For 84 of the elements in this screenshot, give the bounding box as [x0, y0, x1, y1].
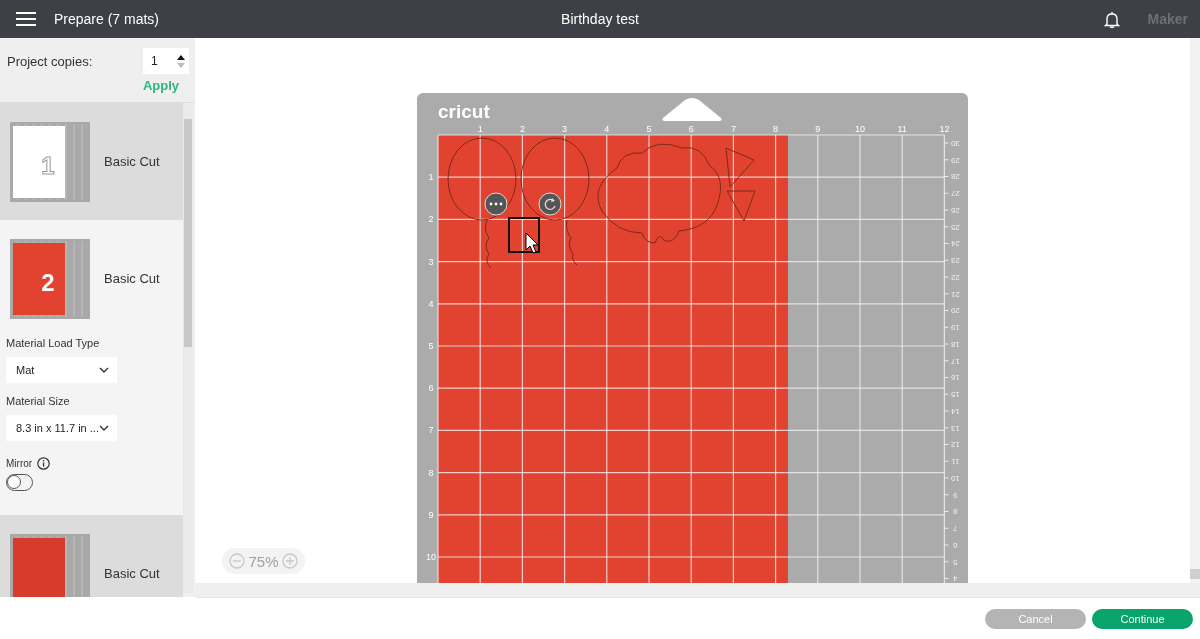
selection-box[interactable] [508, 217, 540, 253]
mat-logo: cricut [438, 101, 490, 122]
field-label: Material Load Type [6, 337, 101, 349]
ruler-number: 11 [897, 124, 907, 134]
mat-notch-drawing [662, 98, 722, 121]
mirror-label: Mirror [6, 458, 33, 469]
mat-item[interactable]: 1 Basic Cut [0, 103, 183, 220]
screen-title: Prepare (7 mats) [54, 11, 160, 27]
ruler-number: 27 [950, 189, 960, 199]
field-label: Material Size [6, 395, 71, 407]
cancel-button[interactable]: Cancel [985, 608, 1086, 629]
triangle-drawing [725, 147, 755, 188]
ruler-number: 3 [428, 256, 434, 267]
ruler-number: 22 [950, 272, 960, 282]
ruler-number: 29 [950, 155, 960, 165]
ruler-number: 6 [688, 124, 694, 134]
ruler-number: 17 [950, 356, 960, 366]
bell-icon[interactable] [1103, 10, 1120, 28]
ruler-number: 12 [939, 124, 950, 134]
ruler-number: 1 [428, 172, 434, 183]
zoom-level: 75% [248, 552, 279, 570]
ruler-number: 2 [519, 124, 525, 134]
mat-number: 2 [41, 268, 55, 296]
ruler-number: 11 [951, 457, 960, 467]
ruler-number: 1 [477, 124, 483, 134]
ruler-number: 19 [950, 323, 960, 333]
ruler-number: 10 [426, 552, 436, 562]
mat-thumbnail[interactable]: 2 [10, 238, 90, 319]
ruler-number: 10 [950, 473, 960, 483]
ruler-number: 9 [815, 124, 821, 134]
menu-icon[interactable] [16, 12, 36, 26]
ruler-number: 5 [428, 341, 434, 351]
load-type-dropdown[interactable]: Mat [6, 357, 117, 383]
up-arrow-icon[interactable] [177, 54, 185, 60]
ruler-number: 14 [950, 406, 960, 416]
ruler-number: 7 [730, 124, 736, 134]
ruler-number: 24 [950, 239, 960, 249]
copies-label: Project copies: [7, 53, 93, 69]
ruler-number: 4 [428, 298, 434, 309]
mat-label: Basic Cut [104, 566, 160, 581]
ruler-number: 21 [950, 289, 960, 299]
ruler-number: 8 [428, 467, 434, 478]
rotate-button[interactable] [538, 192, 562, 216]
copies-field[interactable]: 1 [143, 48, 189, 74]
ruler-number: 26 [950, 205, 960, 215]
ruler-number: 3 [562, 124, 568, 134]
ruler-number: 13 [950, 423, 960, 433]
ruler-number: 16 [950, 373, 960, 383]
ruler-number: 18 [950, 339, 960, 349]
mat-number: 1 [41, 151, 55, 179]
scrollbar[interactable] [1190, 38, 1200, 583]
ruler-number: 2 [428, 214, 434, 225]
ruler-number: 4 [953, 574, 958, 583]
scrollbar[interactable] [195, 583, 1200, 597]
scrollbar[interactable] [183, 104, 193, 593]
project-title: Birthday test [561, 11, 639, 27]
ruler-number: 6 [428, 383, 434, 394]
mat-thumbnail[interactable] [10, 533, 90, 597]
ruler-number: 15 [950, 390, 960, 400]
more-button[interactable] [484, 192, 508, 216]
ruler-number: 25 [950, 222, 960, 232]
info-icon[interactable] [37, 457, 51, 470]
mat-thumbnail[interactable]: 1 [10, 121, 90, 202]
apply-button[interactable]: Apply [142, 78, 179, 93]
ruler-number: 20 [950, 306, 960, 316]
ruler-number: 7 [428, 425, 434, 436]
ruler-number: 5 [646, 124, 652, 134]
ruler-number: 28 [950, 172, 960, 182]
cursor-icon [525, 232, 539, 254]
mat-item[interactable]: Basic Cut [0, 515, 183, 597]
ruler-number: 4 [604, 124, 610, 134]
material-size-dropdown[interactable]: 8.3 in x 11.7 in ... [6, 415, 117, 441]
continue-button[interactable]: Continue [1092, 608, 1193, 629]
caret-icon [99, 425, 109, 431]
mat-label: Basic Cut [104, 154, 160, 169]
ruler-number: 9 [428, 509, 434, 520]
triangle-drawing [726, 190, 756, 222]
ruler-number: 12 [950, 440, 960, 450]
ruler-number: 5 [953, 557, 958, 567]
ruler-number: 23 [950, 256, 960, 266]
ruler-number: 10 [855, 124, 865, 134]
mat-label: Basic Cut [104, 271, 160, 286]
ruler-number: 8 [773, 124, 779, 134]
caret-icon [99, 367, 109, 373]
